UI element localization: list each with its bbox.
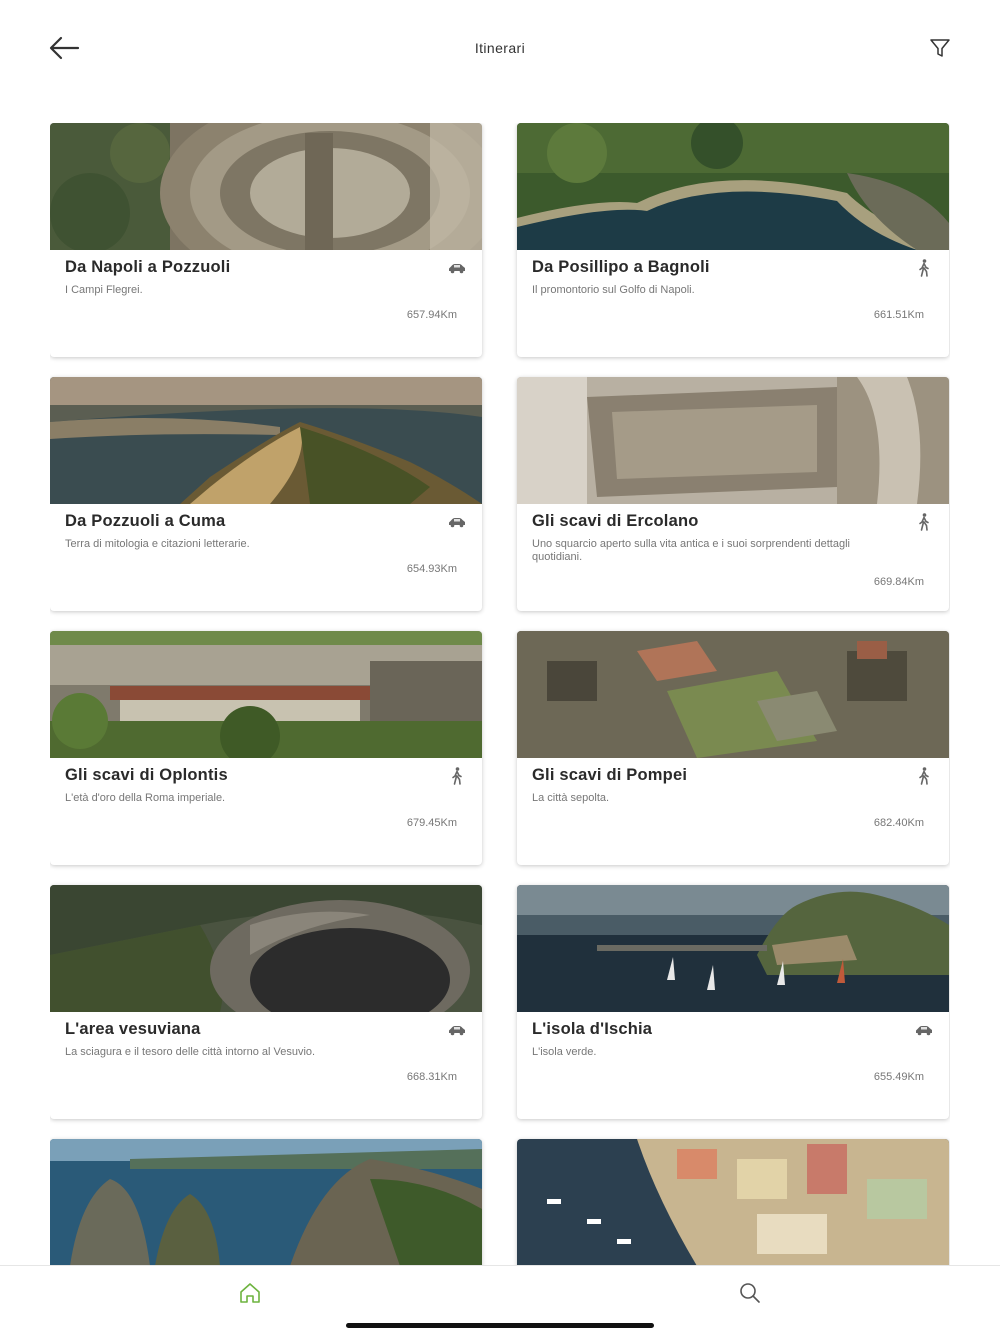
home-indicator: [346, 1323, 654, 1328]
card-description: L'isola verde.: [532, 1046, 597, 1058]
card-distance: 654.93Km: [406, 563, 457, 575]
itinerary-card-vesuviana[interactable]: L'area vesuviana La sciagura e il tesoro…: [50, 885, 482, 1119]
filter-funnel-icon: [930, 39, 950, 57]
card-image-coast: [50, 377, 482, 504]
card-title: Gli scavi di Pompei: [532, 766, 688, 784]
card-image-bay: [517, 123, 949, 250]
card-distance: 668.31Km: [406, 1071, 457, 1083]
car-icon: [446, 1020, 468, 1040]
card-description: La città sepolta.: [532, 792, 610, 804]
walking-person-icon: [446, 766, 468, 786]
car-icon: [913, 1020, 935, 1040]
itinerary-card-procida[interactable]: [517, 1139, 949, 1265]
card-title: L'isola d'Ischia: [532, 1020, 653, 1038]
card-distance: 669.84Km: [873, 576, 924, 588]
card-title: L'area vesuviana: [65, 1020, 201, 1038]
itinerary-card-posillipo-bagnoli[interactable]: Da Posillipo a Bagnoli Il promontorio su…: [517, 123, 949, 357]
itinerary-card-napoli-pozzuoli[interactable]: Da Napoli a Pozzuoli I Campi Flegrei. 65…: [50, 123, 482, 357]
tab-home[interactable]: [234, 1280, 266, 1306]
card-distance: 655.49Km: [873, 1071, 924, 1083]
walking-person-icon: [913, 766, 935, 786]
itinerary-card-pozzuoli-cuma[interactable]: Da Pozzuoli a Cuma Terra di mitologia e …: [50, 377, 482, 611]
itinerary-card-capri[interactable]: [50, 1139, 482, 1265]
card-distance: 657.94Km: [406, 309, 457, 321]
card-description: La sciagura e il tesoro delle città into…: [65, 1046, 316, 1058]
card-image-aerial-ruins: [517, 631, 949, 758]
top-bar: Itinerari: [0, 0, 1000, 96]
card-distance: 682.40Km: [873, 817, 924, 829]
card-title: Gli scavi di Oplontis: [65, 766, 228, 784]
itinerary-card-ischia[interactable]: L'isola d'Ischia L'isola verde. 655.49Km: [517, 885, 949, 1119]
page-title: Itinerari: [474, 40, 526, 56]
home-icon: [240, 1283, 260, 1303]
card-description: I Campi Flegrei.: [65, 284, 143, 296]
card-distance: 661.51Km: [873, 309, 924, 321]
card-image-ruins-relief: [517, 377, 949, 504]
bottom-tab-bar: [0, 1265, 1000, 1334]
card-title: Da Napoli a Pozzuoli: [65, 258, 231, 276]
filter-button[interactable]: [924, 32, 956, 64]
card-description: Terra di mitologia e citazioni letterari…: [65, 538, 250, 550]
card-title: Gli scavi di Ercolano: [532, 512, 699, 530]
card-image-island-harbour: [517, 885, 949, 1012]
card-title: Da Pozzuoli a Cuma: [65, 512, 226, 530]
card-distance: 679.45Km: [406, 817, 457, 829]
search-icon: [740, 1283, 760, 1303]
card-image-faraglioni: [50, 1139, 482, 1265]
card-image-procida-harbour: [517, 1139, 949, 1265]
itinerary-grid: Da Napoli a Pozzuoli I Campi Flegrei. 65…: [50, 123, 950, 1265]
card-image-crater: [50, 885, 482, 1012]
card-description: Uno squarcio aperto sulla vita antica e …: [532, 538, 850, 563]
card-title: Da Posillipo a Bagnoli: [532, 258, 710, 276]
card-image-villa: [50, 631, 482, 758]
walking-person-icon: [913, 512, 935, 532]
itinerary-card-oplontis[interactable]: Gli scavi di Oplontis L'età d'oro della …: [50, 631, 482, 865]
card-description: L'età d'oro della Roma imperiale.: [65, 792, 226, 804]
itinerary-card-ercolano[interactable]: Gli scavi di Ercolano Uno squarcio apert…: [517, 377, 949, 611]
card-description: Il promontorio sul Golfo di Napoli.: [532, 284, 695, 296]
card-image-amphitheatre: [50, 123, 482, 250]
tab-search[interactable]: [734, 1280, 766, 1306]
walking-person-icon: [913, 258, 935, 278]
itinerary-card-pompei[interactable]: Gli scavi di Pompei La città sepolta. 68…: [517, 631, 949, 865]
car-icon: [446, 512, 468, 532]
car-icon: [446, 258, 468, 278]
